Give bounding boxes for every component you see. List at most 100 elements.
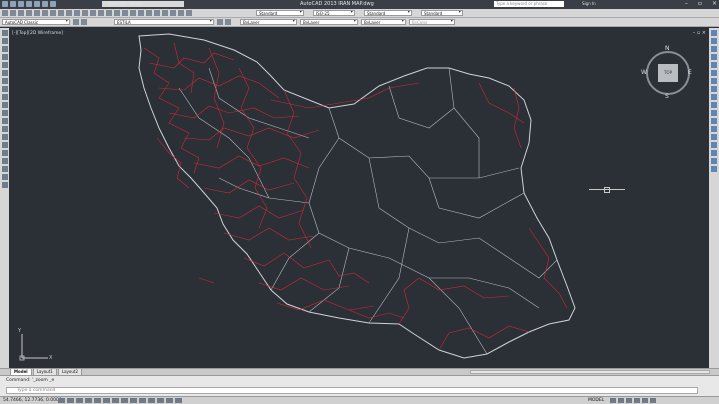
save-as-icon[interactable] (26, 1, 32, 7)
polar-icon[interactable] (85, 398, 92, 403)
workspace-select[interactable]: AutoCAD Classic (2, 19, 70, 25)
dimension-icon[interactable] (711, 158, 717, 164)
plot-style-select[interactable]: ByColor (409, 19, 455, 25)
hardware-acceleration-icon[interactable] (634, 398, 640, 403)
table-style-select[interactable]: Standard (364, 10, 412, 16)
lineweight-icon[interactable] (139, 398, 146, 403)
zoom-icon[interactable] (106, 10, 112, 16)
break-icon[interactable] (711, 118, 717, 124)
compass-south[interactable]: S (665, 93, 669, 100)
layer-properties-icon[interactable] (73, 19, 79, 25)
close-icon[interactable]: × (712, 0, 717, 7)
design-center-icon[interactable] (138, 10, 144, 16)
new-icon[interactable] (2, 10, 8, 16)
mleader-style-select[interactable]: Standard (421, 10, 463, 16)
insert-block-icon[interactable] (2, 118, 8, 124)
region-icon[interactable] (2, 158, 8, 164)
osnap-icon[interactable] (94, 398, 101, 403)
tool-palettes-icon[interactable] (146, 10, 152, 16)
mirror-icon[interactable] (711, 46, 717, 52)
print-icon[interactable] (26, 10, 32, 16)
rectangle-icon[interactable] (2, 62, 8, 68)
markup-icon[interactable] (162, 10, 168, 16)
cut-icon[interactable] (50, 10, 56, 16)
properties-icon[interactable] (130, 10, 136, 16)
polyline-icon[interactable] (2, 46, 8, 52)
annotation-scale-icon[interactable] (610, 398, 616, 403)
preview-icon[interactable] (34, 10, 40, 16)
offset-icon[interactable] (711, 54, 717, 60)
text-style-select[interactable]: Standard (256, 10, 304, 16)
undo-icon[interactable] (82, 10, 88, 16)
quick-properties-icon[interactable] (157, 398, 164, 403)
layer-previous-icon[interactable] (225, 19, 231, 25)
erase-icon[interactable] (711, 30, 717, 36)
explode-icon[interactable] (711, 150, 717, 156)
viewcube-top-face[interactable]: TOP (658, 64, 678, 82)
ortho-icon[interactable] (76, 398, 83, 403)
match-properties-icon[interactable] (74, 10, 80, 16)
fillet-icon[interactable] (711, 142, 717, 148)
copy-object-icon[interactable] (711, 38, 717, 44)
save-icon[interactable] (18, 10, 24, 16)
drawing-viewport[interactable]: [-][Top][2D Wireframe] – ▫ × TOP N S W E… (9, 28, 709, 368)
leader-icon[interactable] (711, 166, 717, 172)
paste-icon[interactable] (66, 10, 72, 16)
circle-icon[interactable] (2, 78, 8, 84)
construction-line-icon[interactable] (2, 38, 8, 44)
save-icon[interactable] (18, 1, 24, 7)
lock-icon[interactable] (626, 398, 632, 403)
snap-icon[interactable] (58, 398, 65, 403)
layer-state-icon[interactable] (81, 19, 87, 25)
hatch-icon[interactable] (2, 142, 8, 148)
scale-icon[interactable] (711, 86, 717, 92)
ducs-icon[interactable] (121, 398, 128, 403)
add-selected-icon[interactable] (2, 182, 8, 188)
horizontal-scrollbar[interactable] (470, 370, 710, 374)
join-icon[interactable] (711, 126, 717, 132)
plot-icon[interactable] (34, 1, 40, 7)
grid-icon[interactable] (67, 398, 74, 403)
open-icon[interactable] (10, 1, 16, 7)
new-icon[interactable] (2, 1, 8, 7)
text-icon[interactable] (2, 174, 8, 180)
line-icon[interactable] (2, 30, 8, 36)
copy-icon[interactable] (58, 10, 64, 16)
extend-icon[interactable] (711, 110, 717, 116)
array-icon[interactable] (711, 62, 717, 68)
ellipse-arc-icon[interactable] (2, 110, 8, 116)
viewcube[interactable]: TOP N S W E (640, 45, 696, 101)
spline-icon[interactable] (2, 94, 8, 100)
zoom-previous-icon[interactable] (122, 10, 128, 16)
lineweight-select[interactable]: ByLayer (361, 19, 406, 25)
rotate-icon[interactable] (711, 78, 717, 84)
arc-icon[interactable] (2, 70, 8, 76)
help-icon[interactable] (178, 10, 184, 16)
selection-cycling-icon[interactable] (166, 398, 173, 403)
command-input[interactable]: Type a command (6, 387, 698, 394)
compass-west[interactable]: W (641, 69, 647, 76)
undo-icon[interactable] (42, 1, 48, 7)
model-space-toggle[interactable]: MODEL (588, 398, 604, 403)
compass-north[interactable]: N (665, 45, 670, 52)
sheet-set-icon[interactable] (154, 10, 160, 16)
3d-osnap-icon[interactable] (103, 398, 110, 403)
sign-in-link[interactable]: Sign In (582, 1, 596, 6)
trim-icon[interactable] (711, 102, 717, 108)
dyn-icon[interactable] (130, 398, 137, 403)
revision-cloud-icon[interactable] (2, 86, 8, 92)
move-icon[interactable] (711, 70, 717, 76)
cursor-coordinates[interactable]: 54.7466, 12.7736, 0.0000 (3, 398, 62, 403)
gradient-icon[interactable] (2, 150, 8, 156)
workspace-icon[interactable] (618, 398, 624, 403)
dim-style-select[interactable]: ISO-25 (313, 10, 355, 16)
redo-icon[interactable] (90, 10, 96, 16)
stretch-icon[interactable] (711, 94, 717, 100)
color-select[interactable]: ByLayer (240, 19, 297, 25)
chamfer-icon[interactable] (711, 134, 717, 140)
annotation-monitor-icon[interactable] (175, 398, 182, 403)
make-block-icon[interactable] (2, 126, 8, 132)
isolate-objects-icon[interactable] (642, 398, 648, 403)
make-current-icon[interactable] (217, 19, 223, 25)
open-icon[interactable] (10, 10, 16, 16)
